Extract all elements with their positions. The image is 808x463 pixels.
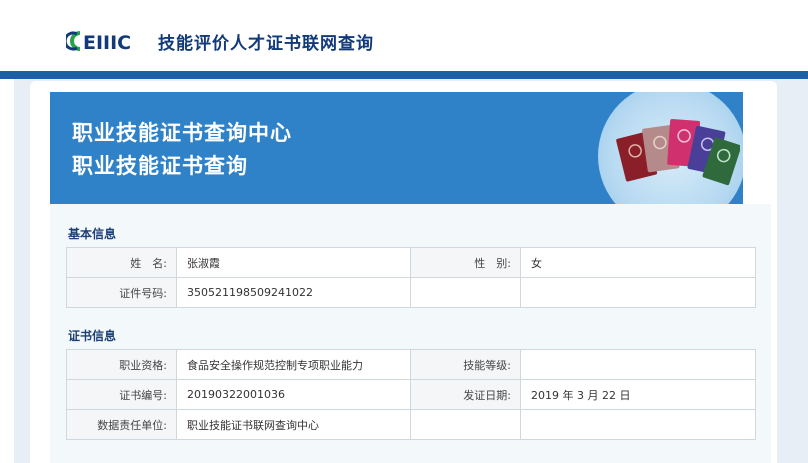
id-number-value: 350521198509241022 — [176, 277, 411, 308]
id-number-label: 证件号码: — [66, 277, 177, 308]
cert-number-label: 证书编号: — [66, 379, 177, 410]
basic-info-title: 基本信息 — [68, 227, 117, 241]
empty-cell — [520, 409, 756, 440]
issue-date-label: 发证日期: — [410, 379, 521, 410]
table-row: 姓 名: 张淑霞 性 别: 女 — [66, 247, 756, 278]
name-label: 姓 名: — [66, 247, 177, 278]
header-divider-band — [0, 71, 808, 79]
site-logo[interactable]: EIIIC — [66, 29, 148, 53]
empty-cell — [410, 409, 521, 440]
basic-info-table: 姓 名: 张淑霞 性 别: 女 证件号码: 350521198509241022 — [66, 247, 756, 308]
banner-title-line2: 职业技能证书查询 — [72, 154, 248, 178]
table-row: 职业资格: 食品安全操作规范控制专项职业能力 技能等级: — [66, 349, 756, 380]
gender-label: 性 别: — [410, 247, 521, 278]
top-header: EIIIC 技能评价人才证书联网查询 — [0, 0, 808, 72]
logo-text: EIIIC — [83, 32, 131, 53]
skill-level-value — [520, 349, 756, 380]
cert-number-value: 20190322001036 — [176, 379, 411, 410]
empty-cell — [520, 277, 756, 308]
cert-info-title: 证书信息 — [68, 329, 117, 343]
qualification-label: 职业资格: — [66, 349, 177, 380]
responsible-unit-label: 数据责任单位: — [66, 409, 177, 440]
banner-title-line1: 职业技能证书查询中心 — [72, 121, 292, 145]
query-banner: 职业技能证书查询中心 职业技能证书查询 — [50, 92, 743, 204]
issue-date-value: 2019 年 3 月 22 日 — [520, 379, 756, 410]
logo-mark-icon: EIIIC — [66, 31, 131, 53]
skill-level-label: 技能等级: — [410, 349, 521, 380]
table-row: 证书编号: 20190322001036 发证日期: 2019 年 3 月 22… — [66, 379, 756, 410]
cert-info-table: 职业资格: 食品安全操作规范控制专项职业能力 技能等级: 证书编号: 20190… — [66, 349, 756, 440]
gender-value: 女 — [520, 247, 756, 278]
name-value: 张淑霞 — [176, 247, 411, 278]
table-row: 数据责任单位: 职业技能证书联网查询中心 — [66, 409, 756, 440]
qualification-value: 食品安全操作规范控制专项职业能力 — [176, 349, 411, 380]
empty-cell — [410, 277, 521, 308]
responsible-unit-value: 职业技能证书联网查询中心 — [176, 409, 411, 440]
site-title: 技能评价人才证书联网查询 — [158, 34, 374, 54]
certificate-books-icon — [616, 119, 740, 186]
table-row: 证件号码: 350521198509241022 — [66, 277, 756, 308]
